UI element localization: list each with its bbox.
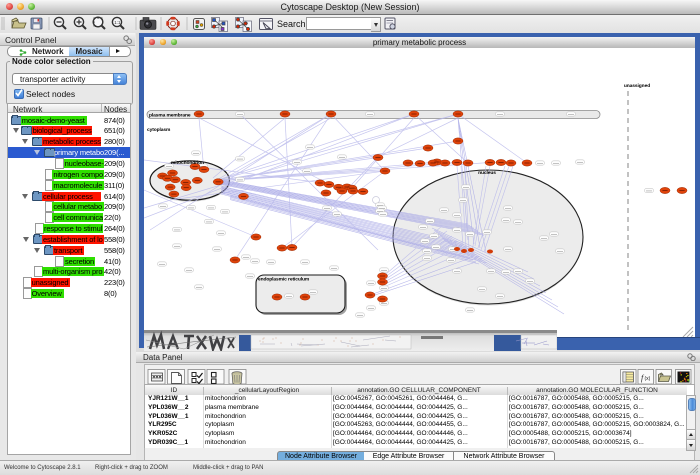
svg-text:(x): (x)	[645, 376, 651, 382]
svg-text:nucleus: nucleus	[478, 170, 496, 176]
svg-text:cytoplasm: cytoplasm	[147, 127, 171, 133]
svg-text:endoplasmic reticulum: endoplasmic reticulum	[258, 277, 310, 283]
svg-text:plasma membrane: plasma membrane	[149, 113, 191, 119]
svg-text:unassigned: unassigned	[624, 83, 650, 89]
svg-text:mitochondrion: mitochondrion	[171, 160, 204, 166]
svg-text:1:1: 1:1	[114, 20, 121, 25]
